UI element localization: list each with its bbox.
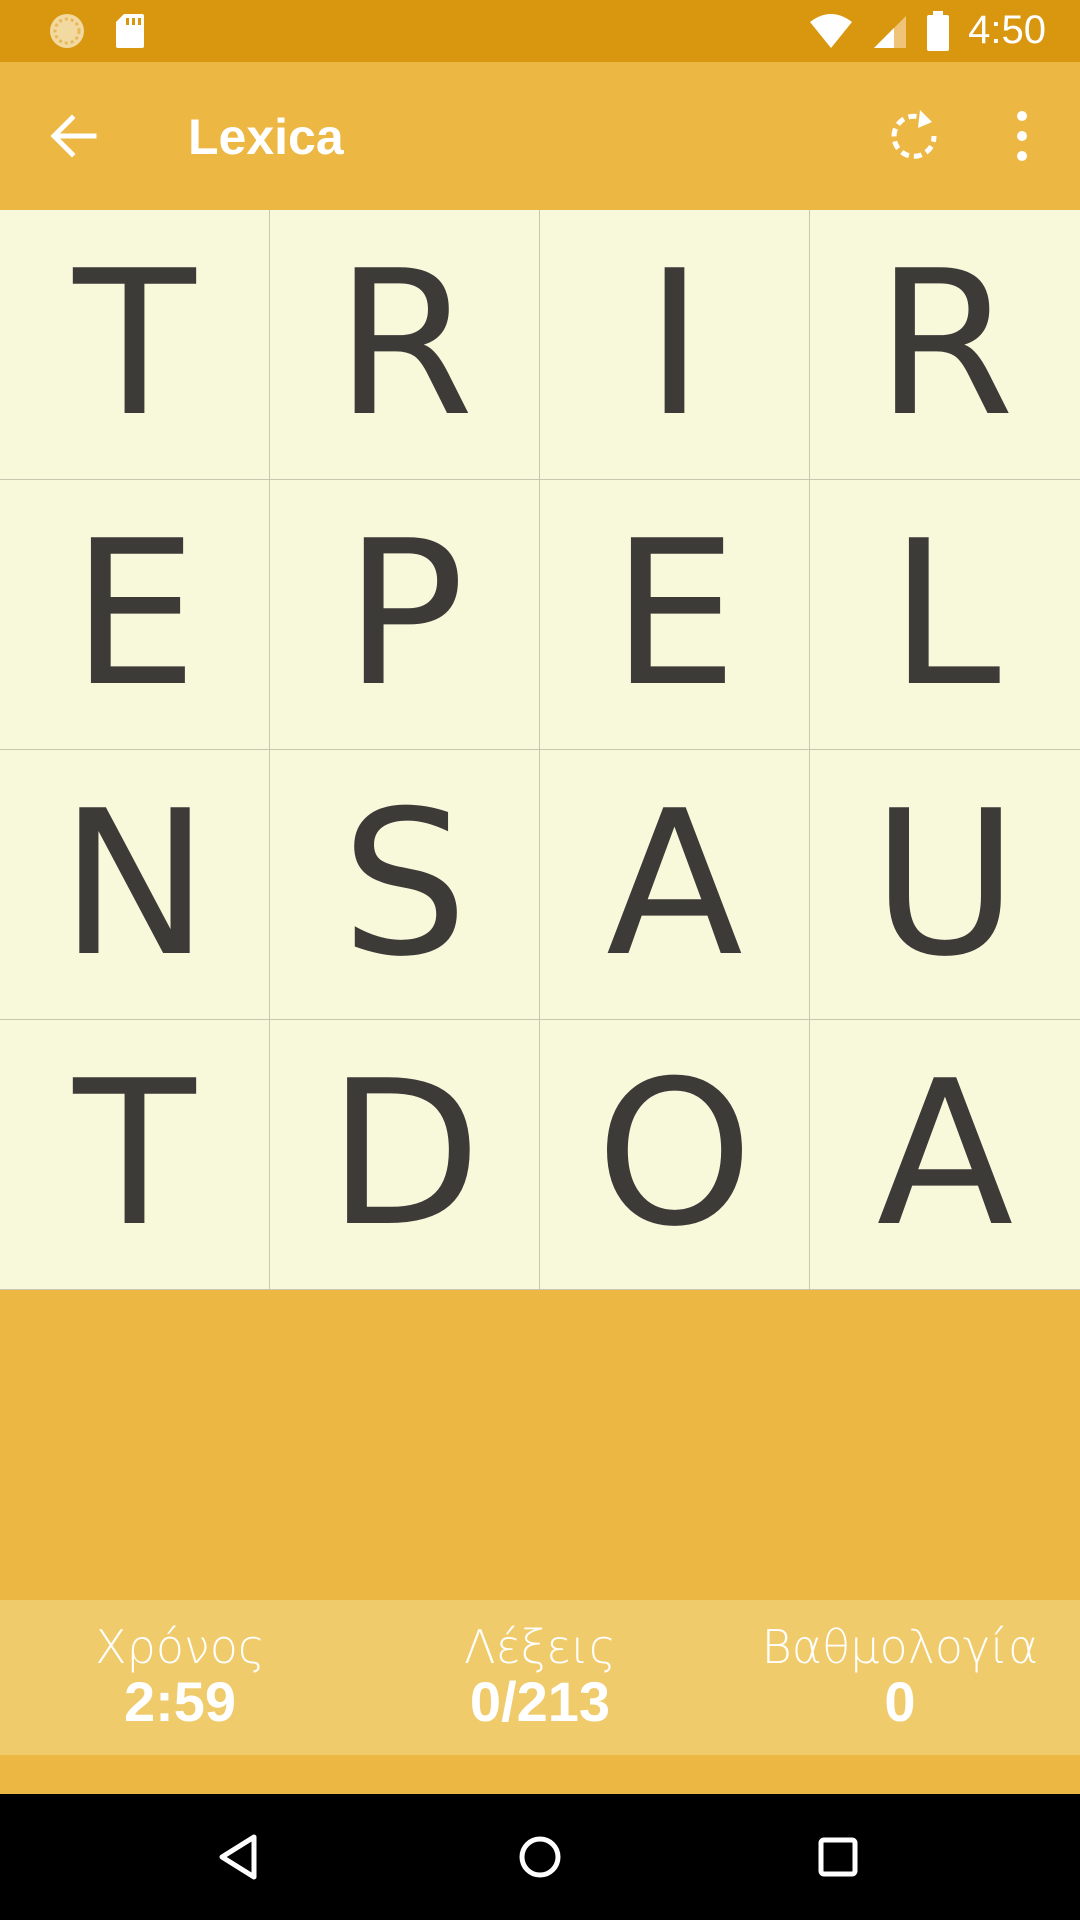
navigation-bar	[0, 1794, 1080, 1920]
letter-tile[interactable]: P	[270, 480, 540, 750]
letter-tile[interactable]: A	[810, 1020, 1080, 1290]
letter-tile[interactable]: R	[270, 210, 540, 480]
sync-icon	[50, 14, 84, 48]
more-vert-icon[interactable]	[1000, 106, 1044, 166]
score-value: 0	[884, 1670, 916, 1733]
letter-tile[interactable]: E	[0, 480, 270, 750]
letter-tile[interactable]: S	[270, 750, 540, 1020]
app-bar: Lexica	[0, 62, 1080, 210]
letter-tile[interactable]: O	[540, 1020, 810, 1290]
app-title: Lexica	[188, 109, 344, 165]
letter-tile[interactable]: R	[810, 210, 1080, 480]
back-triangle-icon[interactable]	[210, 1827, 270, 1887]
refresh-icon[interactable]	[884, 106, 944, 166]
letter-tile[interactable]: N	[0, 750, 270, 1020]
letter-tile[interactable]: D	[270, 1020, 540, 1290]
words-value: 0/213	[469, 1670, 611, 1733]
recents-square-icon[interactable]	[808, 1827, 868, 1887]
letter-tile[interactable]: L	[810, 480, 1080, 750]
letter-tile[interactable]: A	[540, 750, 810, 1020]
signal-icon	[874, 15, 907, 48]
wifi-icon	[810, 13, 853, 48]
letter-board: T R I R E P E L N S A U T D O A	[0, 210, 1080, 1290]
back-arrow-icon[interactable]	[44, 106, 104, 166]
status-bar: 4:50	[0, 0, 1080, 62]
time-label: Χρόνος	[95, 1620, 265, 1674]
letter-tile[interactable]: U	[810, 750, 1080, 1020]
letter-tile[interactable]: T	[0, 1020, 270, 1290]
score-stat: Βαθμολογία 0	[720, 1600, 1080, 1755]
words-stat: Λέξεις 0/213	[360, 1600, 720, 1755]
letter-tile[interactable]: E	[540, 480, 810, 750]
letter-tile[interactable]: T	[0, 210, 270, 480]
letter-tile[interactable]: I	[540, 210, 810, 480]
time-stat: Χρόνος 2:59	[0, 1600, 360, 1755]
words-label: Λέξεις	[464, 1620, 616, 1674]
home-circle-icon[interactable]	[510, 1827, 570, 1887]
battery-icon	[927, 10, 950, 51]
clock: 4:50	[968, 8, 1046, 52]
time-value: 2:59	[123, 1670, 237, 1733]
sd-card-icon	[116, 14, 144, 48]
score-panel: Χρόνος 2:59 Λέξεις 0/213 Βαθμολογία 0	[0, 1600, 1080, 1755]
score-label: Βαθμολογία	[761, 1620, 1039, 1674]
